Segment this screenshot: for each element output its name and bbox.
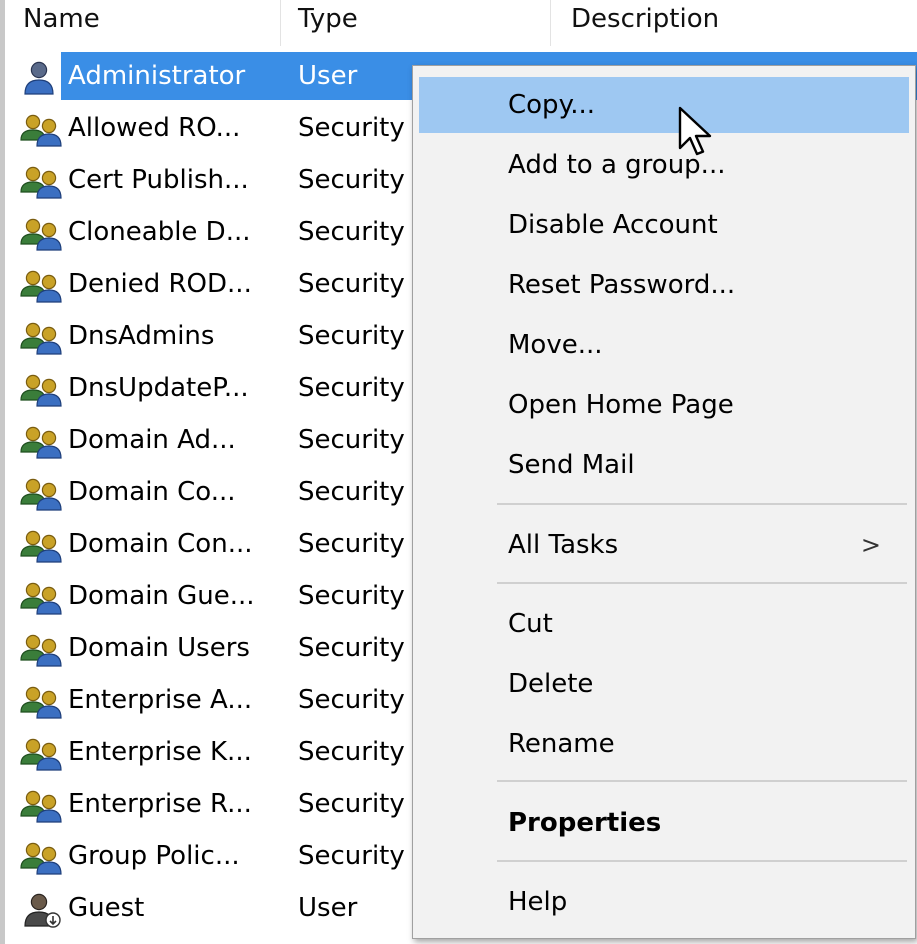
row-name: Enterprise A... xyxy=(68,685,253,715)
menu-separator xyxy=(497,503,907,505)
menu-item-label: Help xyxy=(508,887,568,917)
column-header-name[interactable]: Name xyxy=(23,0,100,40)
menu-item-rename[interactable]: Rename xyxy=(419,716,909,772)
row-type: Security xyxy=(298,841,405,871)
row-type: Security xyxy=(298,737,405,767)
menu-item-send-mail[interactable]: Send Mail xyxy=(419,437,909,493)
menu-item-label: Cut xyxy=(508,609,553,639)
row-name: Domain Gue... xyxy=(68,581,255,611)
menu-item-add-to-group[interactable]: Add to a group... xyxy=(419,137,909,193)
row-type: Security xyxy=(298,165,405,195)
list-header: Name Type Description xyxy=(5,0,917,46)
group-icon xyxy=(17,840,65,876)
menu-item-all-tasks[interactable]: All Tasks > xyxy=(419,517,909,573)
group-icon xyxy=(17,268,65,304)
menu-item-label: Reset Password... xyxy=(508,270,736,300)
menu-item-properties[interactable]: Properties xyxy=(419,795,909,851)
group-icon xyxy=(17,164,65,200)
row-name: Enterprise R... xyxy=(68,789,252,819)
context-menu: Copy... Add to a group... Disable Accoun… xyxy=(412,65,916,939)
menu-item-label: Properties xyxy=(508,808,662,838)
menu-separator xyxy=(497,860,907,862)
menu-item-copy[interactable]: Copy... xyxy=(419,77,909,133)
column-divider[interactable] xyxy=(280,0,281,46)
row-name: Group Polic... xyxy=(68,841,240,871)
disabled-user-icon xyxy=(17,892,65,928)
row-name: Administrator xyxy=(68,61,246,91)
menu-item-reset-password[interactable]: Reset Password... xyxy=(419,257,909,313)
group-icon xyxy=(17,476,65,512)
column-header-type[interactable]: Type xyxy=(298,0,358,40)
row-type: Security xyxy=(298,373,405,403)
row-type: Security xyxy=(298,633,405,663)
row-type: Security xyxy=(298,789,405,819)
row-type: Security xyxy=(298,217,405,247)
menu-item-move[interactable]: Move... xyxy=(419,317,909,373)
group-icon xyxy=(17,528,65,564)
menu-item-delete[interactable]: Delete xyxy=(419,656,909,712)
group-icon xyxy=(17,112,65,148)
row-type: Security xyxy=(298,477,405,507)
menu-separator xyxy=(497,582,907,584)
menu-item-disable-account[interactable]: Disable Account xyxy=(419,197,909,253)
menu-item-help[interactable]: Help xyxy=(419,874,909,930)
user-icon xyxy=(17,60,65,96)
group-icon xyxy=(17,788,65,824)
menu-item-label: Send Mail xyxy=(508,450,635,480)
row-type: Security xyxy=(298,269,405,299)
row-name: Domain Users xyxy=(68,633,250,663)
row-type: Security xyxy=(298,425,405,455)
row-name: DnsAdmins xyxy=(68,321,215,351)
row-type: User xyxy=(298,893,358,923)
column-header-description[interactable]: Description xyxy=(571,0,719,40)
mouse-pointer-icon xyxy=(678,106,712,156)
group-icon xyxy=(17,580,65,616)
menu-item-label: Rename xyxy=(508,729,615,759)
row-name: Denied ROD... xyxy=(68,269,252,299)
group-icon xyxy=(17,372,65,408)
menu-item-label: Move... xyxy=(508,330,603,360)
menu-item-label: All Tasks xyxy=(508,530,619,560)
row-type: Security xyxy=(298,529,405,559)
submenu-arrow-icon: > xyxy=(860,531,881,559)
row-type: Security xyxy=(298,113,405,143)
row-name: Cert Publish... xyxy=(68,165,249,195)
group-icon xyxy=(17,424,65,460)
row-type: Security xyxy=(298,581,405,611)
row-type: Security xyxy=(298,685,405,715)
row-name: DnsUpdateP... xyxy=(68,373,249,403)
column-divider[interactable] xyxy=(550,0,551,46)
row-name: Cloneable D... xyxy=(68,217,251,247)
row-name: Domain Ad... xyxy=(68,425,236,455)
row-name: Allowed RO... xyxy=(68,113,241,143)
group-icon xyxy=(17,320,65,356)
menu-separator xyxy=(497,780,907,782)
menu-item-label: Copy... xyxy=(508,90,596,120)
row-name: Enterprise K... xyxy=(68,737,252,767)
menu-item-label: Disable Account xyxy=(508,210,718,240)
row-type: Security xyxy=(298,321,405,351)
menu-item-open-home-page[interactable]: Open Home Page xyxy=(419,377,909,433)
row-name: Domain Con... xyxy=(68,529,253,559)
row-type: User xyxy=(298,61,358,91)
group-icon xyxy=(17,216,65,252)
menu-item-label: Delete xyxy=(508,669,594,699)
row-name: Domain Co... xyxy=(68,477,236,507)
menu-item-cut[interactable]: Cut xyxy=(419,596,909,652)
group-icon xyxy=(17,736,65,772)
row-name: Guest xyxy=(68,893,145,923)
group-icon xyxy=(17,632,65,668)
group-icon xyxy=(17,684,65,720)
menu-item-label: Open Home Page xyxy=(508,390,734,420)
